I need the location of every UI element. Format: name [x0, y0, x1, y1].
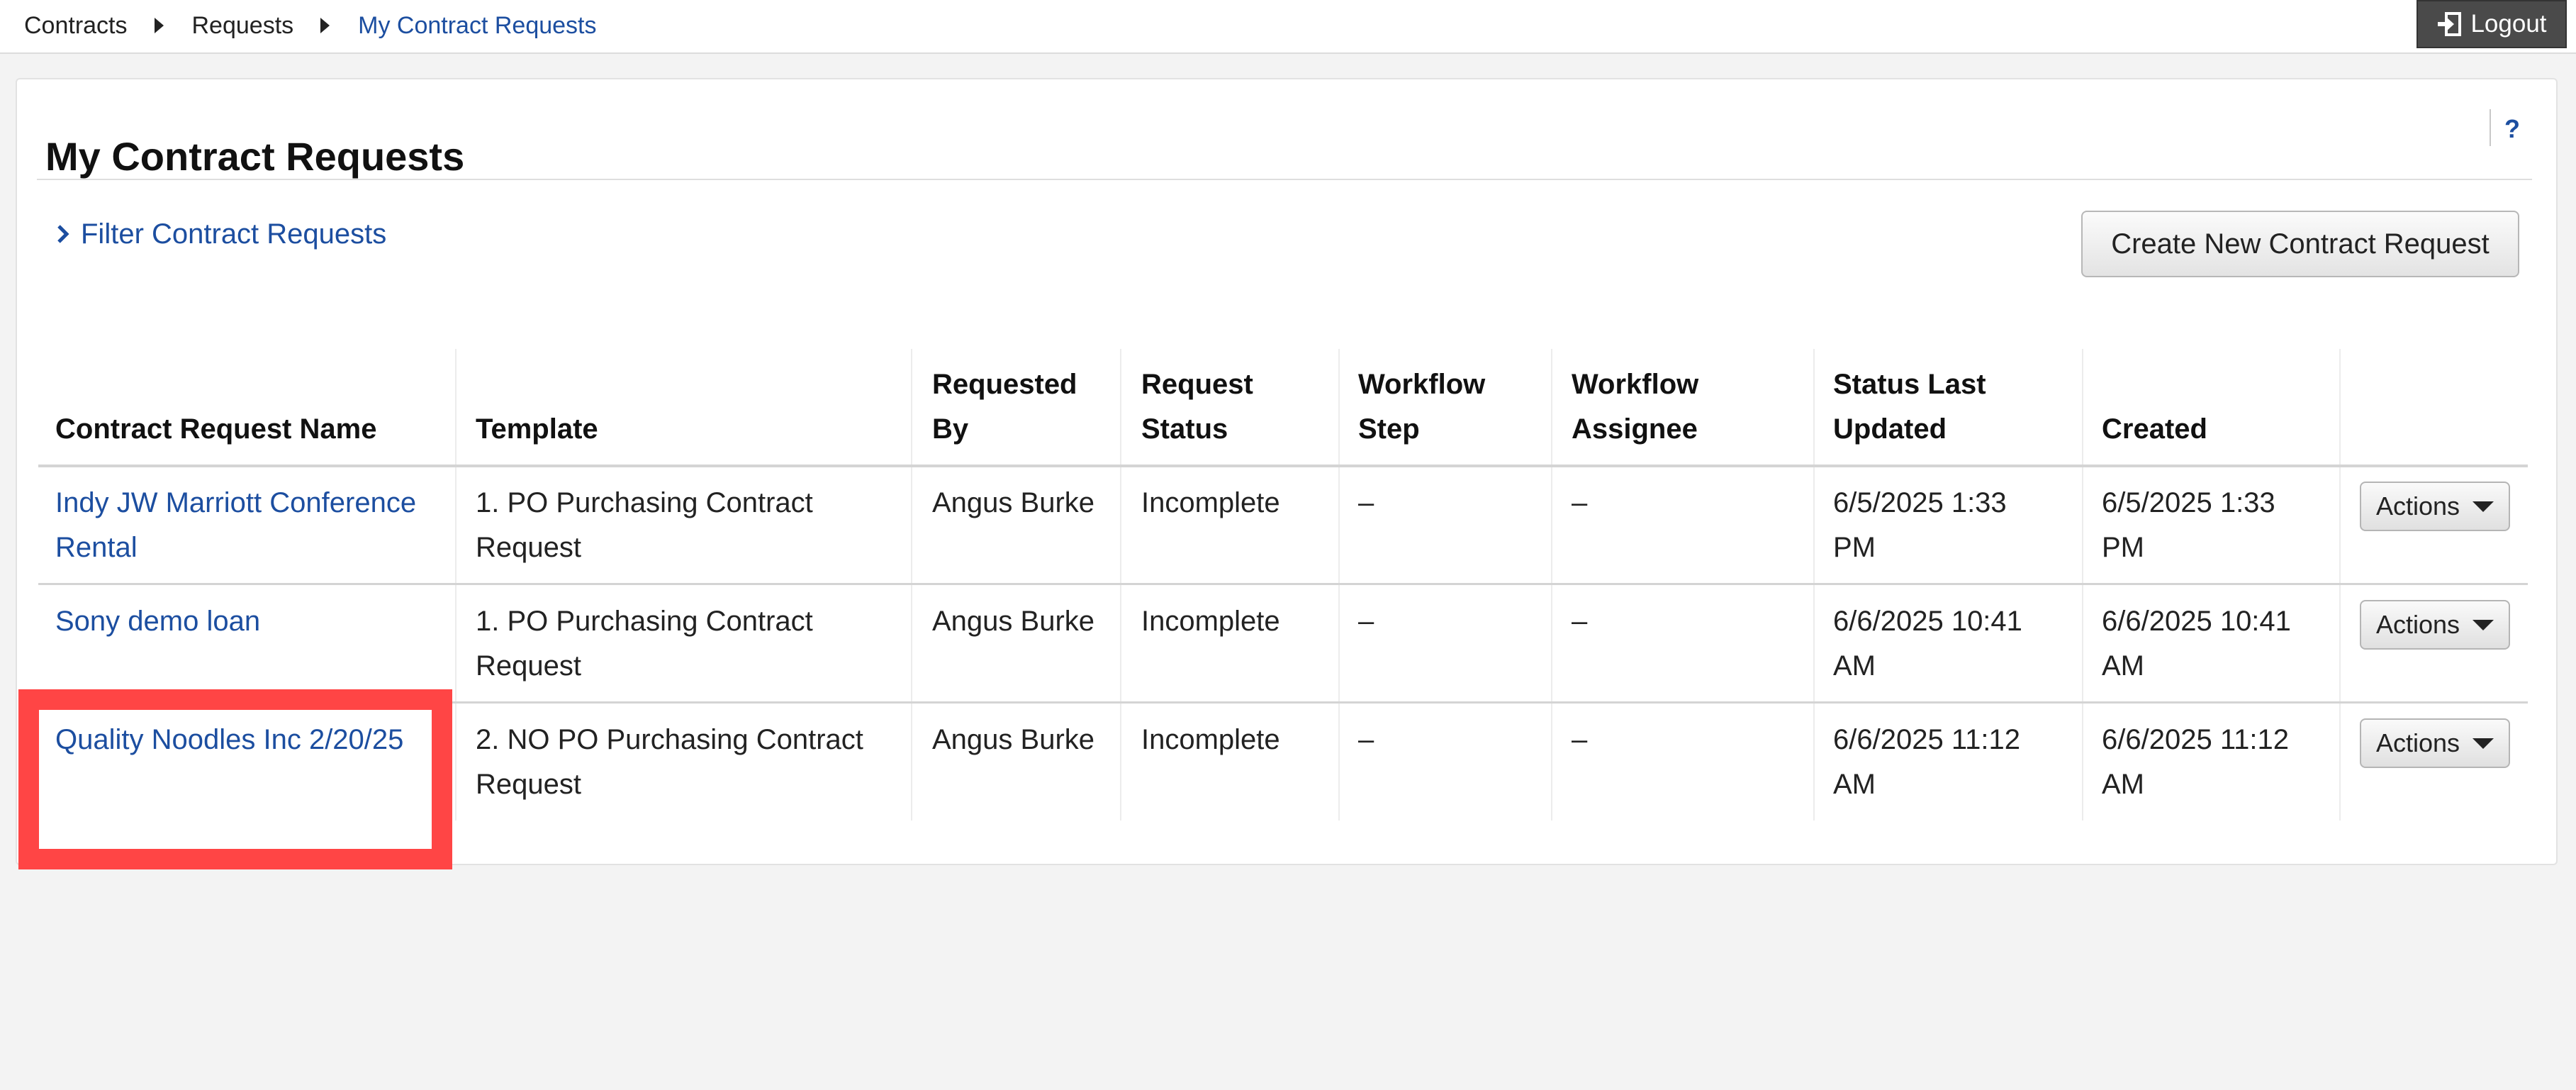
status-updated-cell: 6/6/2025 11:12 AM — [1833, 724, 2020, 800]
header-created: Created — [2102, 413, 2207, 445]
chevron-right-icon — [57, 225, 69, 243]
header-requested-by: Requested By — [932, 369, 1077, 445]
created-cell: 6/5/2025 1:33 PM — [2102, 487, 2275, 563]
template-cell: 1. PO Purchasing Contract Request — [476, 606, 813, 682]
created-cell: 6/6/2025 10:41 AM — [2102, 606, 2291, 682]
row-divider — [38, 701, 2528, 704]
header-status-last-updated: Status Last Updated — [1833, 369, 1986, 445]
request-name-link[interactable]: Sony demo loan — [55, 599, 260, 644]
workflow-assignee-cell: – — [1572, 487, 1588, 518]
caret-down-icon — [2473, 501, 2494, 512]
actions-label: Actions — [2375, 610, 2460, 639]
help-button[interactable]: ? — [2501, 112, 2524, 146]
request-status-cell: Incomplete — [1141, 606, 1280, 637]
breadcrumb-separator-icon — [154, 18, 164, 33]
title-divider — [37, 179, 2532, 180]
header-workflow-assignee: Workflow Assignee — [1572, 369, 1699, 445]
created-cell: 6/6/2025 11:12 AM — [2102, 724, 2289, 800]
requested-by-cell: Angus Burke — [932, 724, 1095, 755]
breadcrumb-my-contract-requests[interactable]: My Contract Requests — [358, 12, 596, 40]
workflow-step-cell: – — [1358, 724, 1374, 755]
workflow-step-cell: – — [1358, 487, 1374, 518]
header-workflow-step: Workflow Step — [1358, 369, 1486, 445]
breadcrumb-requests[interactable]: Requests — [192, 12, 294, 40]
filter-label: Filter Contract Requests — [81, 218, 387, 250]
row-divider — [38, 583, 2528, 585]
header-template: Template — [476, 413, 598, 445]
status-updated-cell: 6/5/2025 1:33 PM — [1833, 487, 2007, 563]
template-cell: 1. PO Purchasing Contract Request — [476, 487, 813, 563]
help-divider — [2490, 109, 2491, 146]
row-divider — [38, 465, 2528, 467]
breadcrumb: Contracts Requests My Contract Requests — [24, 10, 597, 41]
contract-requests-table: Contract Request Name Template Requested… — [38, 349, 2528, 821]
workflow-assignee-cell: – — [1572, 724, 1588, 755]
template-cell: 2. NO PO Purchasing Contract Request — [476, 724, 863, 800]
filter-toggle[interactable]: Filter Contract Requests — [55, 213, 386, 255]
logout-button[interactable]: Logout — [2417, 0, 2567, 48]
workflow-step-cell: – — [1358, 606, 1374, 637]
status-updated-cell: 6/6/2025 10:41 AM — [1833, 606, 2022, 682]
page-title: My Contract Requests — [45, 134, 465, 179]
logout-icon — [2438, 12, 2462, 36]
request-name-link[interactable]: Quality Noodles Inc 2/20/25 — [55, 718, 403, 762]
logout-label: Logout — [2470, 10, 2547, 38]
caret-down-icon — [2473, 619, 2494, 630]
actions-dropdown-button[interactable]: Actions — [2360, 600, 2510, 650]
top-bar: Contracts Requests My Contract Requests … — [0, 0, 2576, 54]
breadcrumb-separator-icon — [320, 18, 330, 33]
request-status-cell: Incomplete — [1141, 487, 1280, 518]
requested-by-cell: Angus Burke — [932, 487, 1095, 518]
header-request-status: Request Status — [1141, 369, 1253, 445]
create-contract-request-button[interactable]: Create New Contract Request — [2081, 211, 2519, 277]
request-name-link[interactable]: Indy JW Marriott Conference Rental — [55, 481, 416, 570]
breadcrumb-contracts[interactable]: Contracts — [24, 12, 128, 40]
request-status-cell: Incomplete — [1141, 724, 1280, 755]
actions-dropdown-button[interactable]: Actions — [2360, 482, 2510, 531]
workflow-assignee-cell: – — [1572, 606, 1588, 637]
header-contract-request-name: Contract Request Name — [55, 413, 377, 445]
actions-label: Actions — [2375, 491, 2460, 521]
requested-by-cell: Angus Burke — [932, 606, 1095, 637]
actions-label: Actions — [2375, 728, 2460, 757]
actions-dropdown-button[interactable]: Actions — [2360, 718, 2510, 768]
caret-down-icon — [2473, 738, 2494, 749]
